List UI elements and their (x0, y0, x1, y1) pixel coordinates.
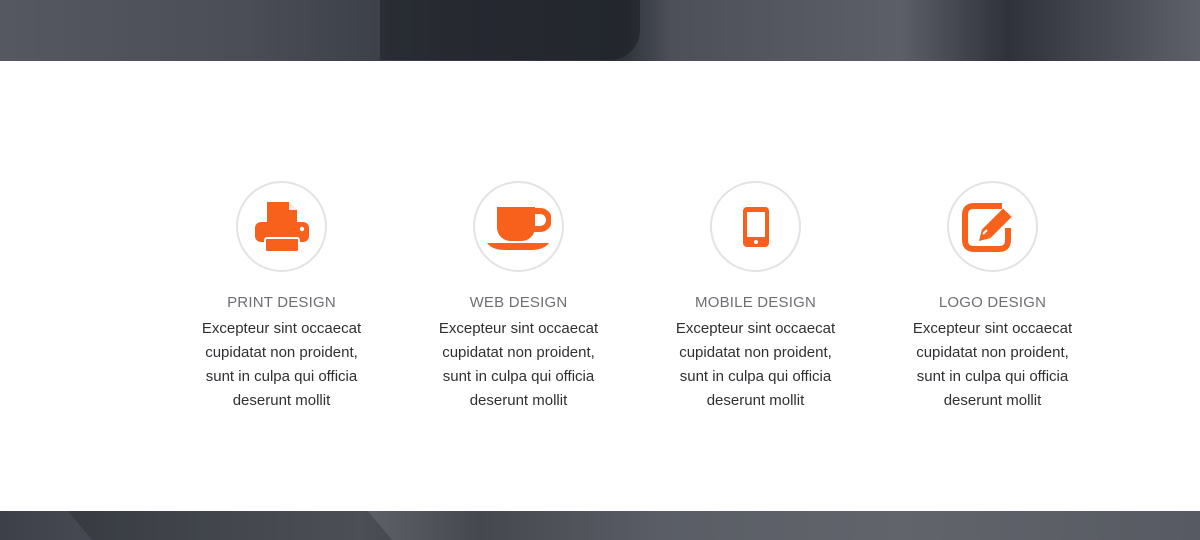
service-mobile-design: MOBILE DESIGN Excepteur sint occaecat cu… (637, 181, 874, 413)
service-description: Excepteur sint occaecat cupidatat non pr… (201, 320, 362, 409)
service-title: WEB DESIGN (469, 294, 568, 311)
edit-pencil-icon (961, 202, 1014, 252)
service-description: Excepteur sint occaecat cupidatat non pr… (438, 320, 599, 409)
service-icon-circle[interactable] (710, 181, 801, 272)
service-title: LOGO DESIGN (938, 294, 1047, 311)
service-print-design: PRINT DESIGN Excepteur sint occaecat cup… (163, 181, 400, 413)
hero-device-shape (67, 511, 393, 540)
printer-icon (254, 201, 309, 253)
coffee-cup-icon (486, 206, 551, 250)
services-row: PRINT DESIGN Excepteur sint occaecat cup… (163, 181, 1111, 413)
service-title: PRINT DESIGN (227, 294, 336, 311)
service-icon-circle[interactable] (947, 181, 1038, 272)
hero-device-shape (380, 0, 640, 60)
service-web-design: WEB DESIGN Excepteur sint occaecat cupid… (400, 181, 637, 413)
hero-background-bottom (0, 511, 1200, 540)
hero-background-top (0, 0, 1200, 61)
service-logo-design: LOGO DESIGN Excepteur sint occaecat cupi… (874, 181, 1111, 413)
service-description: Excepteur sint occaecat cupidatat non pr… (675, 320, 836, 409)
service-icon-circle[interactable] (236, 181, 327, 272)
service-description: Excepteur sint occaecat cupidatat non pr… (912, 320, 1073, 409)
mobile-phone-icon (742, 206, 769, 247)
service-title: MOBILE DESIGN (695, 294, 816, 311)
service-icon-circle[interactable] (473, 181, 564, 272)
